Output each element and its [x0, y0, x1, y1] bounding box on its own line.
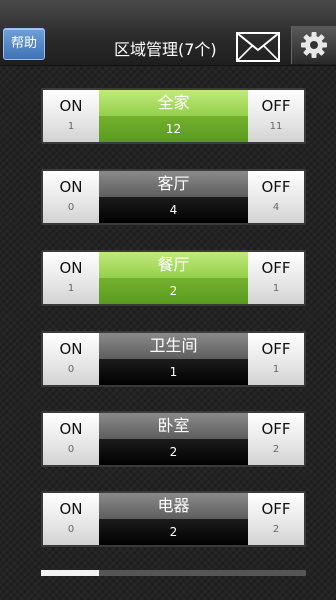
zone-name-button[interactable]: 卫生间 1 [99, 333, 248, 385]
off-count: 11 [269, 121, 283, 132]
zone-off-button[interactable]: OFF 1 [248, 252, 304, 304]
on-label: ON [59, 259, 83, 277]
mail-icon [236, 32, 280, 62]
scrollbar[interactable] [41, 570, 306, 576]
on-label: ON [59, 420, 83, 438]
zone-name: 卧室 [99, 413, 248, 439]
zone-name: 卫生间 [99, 333, 248, 359]
zone-off-button[interactable]: OFF 1 [248, 333, 304, 385]
on-label: ON [59, 340, 83, 358]
top-bar: 帮助 区域管理(7个) [0, 0, 336, 66]
on-count: 0 [67, 202, 75, 213]
zone-on-button[interactable]: ON 1 [43, 252, 99, 304]
on-count: 0 [67, 524, 75, 535]
zone-row: ON 0 卧室 2 OFF 2 [41, 411, 306, 467]
off-label: OFF [261, 500, 291, 518]
off-label: OFF [261, 340, 291, 358]
zone-off-button[interactable]: OFF 2 [248, 493, 304, 545]
zone-name: 餐厅 [99, 252, 248, 278]
zone-name-button[interactable]: 客厅 4 [99, 171, 248, 223]
zone-name-button[interactable]: 卧室 2 [99, 413, 248, 465]
zone-device-count: 2 [99, 439, 248, 465]
zone-on-button[interactable]: ON 0 [43, 333, 99, 385]
scrollbar-thumb[interactable] [41, 570, 100, 576]
zone-device-count: 1 [99, 359, 248, 385]
zone-name: 全家 [99, 90, 248, 116]
zone-name-button[interactable]: 全家 12 [99, 90, 248, 142]
zone-name-button[interactable]: 餐厅 2 [99, 252, 248, 304]
zone-row: ON 0 卫生间 1 OFF 1 [41, 331, 306, 387]
zone-name: 客厅 [99, 171, 248, 197]
zone-device-count: 4 [99, 197, 248, 223]
zone-off-button[interactable]: OFF 11 [248, 90, 304, 142]
zone-off-button[interactable]: OFF 4 [248, 171, 304, 223]
zone-on-button[interactable]: ON 0 [43, 413, 99, 465]
zone-device-count: 12 [99, 116, 248, 142]
on-count: 0 [67, 364, 75, 375]
help-button[interactable]: 帮助 [3, 28, 45, 60]
zone-row: ON 1 餐厅 2 OFF 1 [41, 250, 306, 306]
on-label: ON [59, 97, 83, 115]
zone-name: 电器 [99, 493, 248, 519]
mail-button[interactable] [234, 30, 282, 64]
gear-icon [301, 32, 327, 58]
zone-row: ON 0 客厅 4 OFF 4 [41, 169, 306, 225]
zone-on-button[interactable]: ON 0 [43, 493, 99, 545]
on-count: 0 [67, 444, 75, 455]
zone-off-button[interactable]: OFF 2 [248, 413, 304, 465]
off-label: OFF [261, 97, 291, 115]
on-count: 1 [67, 283, 75, 294]
on-count: 1 [67, 121, 75, 132]
off-label: OFF [261, 178, 291, 196]
zone-name-button[interactable]: 电器 2 [99, 493, 248, 545]
on-label: ON [59, 178, 83, 196]
page-title: 区域管理(7个) [114, 40, 217, 59]
off-count: 4 [272, 202, 280, 213]
off-count: 2 [272, 444, 280, 455]
zone-device-count: 2 [99, 519, 248, 545]
off-label: OFF [261, 420, 291, 438]
off-count: 1 [272, 283, 280, 294]
off-label: OFF [261, 259, 291, 277]
zone-device-count: 2 [99, 278, 248, 304]
off-count: 1 [272, 364, 280, 375]
zone-row: ON 1 全家 12 OFF 11 [41, 88, 306, 144]
zone-row: ON 0 电器 2 OFF 2 [41, 491, 306, 547]
on-label: ON [59, 500, 83, 518]
zone-on-button[interactable]: ON 0 [43, 171, 99, 223]
zone-on-button[interactable]: ON 1 [43, 90, 99, 142]
settings-button[interactable] [291, 26, 336, 64]
off-count: 2 [272, 524, 280, 535]
